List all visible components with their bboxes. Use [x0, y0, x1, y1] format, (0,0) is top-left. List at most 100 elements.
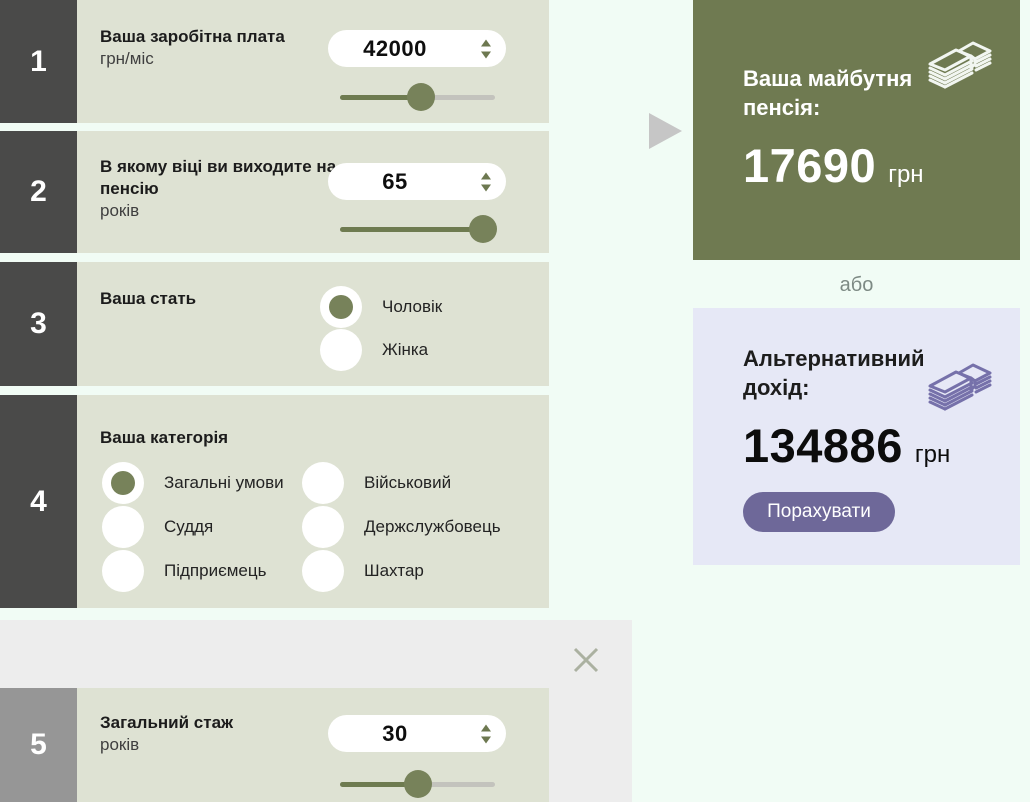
radio-circle[interactable]: [320, 286, 362, 328]
pension-calculator: 1 Ваша заробітна плата грн/міс 42000 2 В…: [0, 0, 1030, 802]
close-button[interactable]: [566, 640, 606, 680]
step-panel-experience: Загальний стаж років 30: [77, 688, 549, 802]
money-stack-icon: [928, 363, 992, 411]
alternative-income-value: 134886: [743, 419, 903, 472]
future-pension-amount: 17690 грн: [743, 138, 924, 193]
experience-input[interactable]: 30: [328, 715, 462, 752]
salary-slider[interactable]: [340, 83, 495, 111]
alternative-income-panel: Альтернативний дохід: 134886 грн Порахув…: [693, 308, 1020, 565]
experience-slider-thumb[interactable]: [403, 770, 432, 798]
radio-circle[interactable]: [320, 329, 362, 371]
radio-option-general[interactable]: Загальні умови: [102, 462, 302, 504]
calculate-button-label: Порахувати: [767, 501, 871, 522]
radio-option-miner[interactable]: Шахтар: [302, 550, 532, 592]
salary-unit-label: грн/міс: [100, 49, 154, 68]
experience-overlay: 5 Загальний стаж років 30: [0, 620, 632, 802]
salary-spinner[interactable]: 42000: [328, 30, 506, 67]
retirement-age-spinner-arrows: [481, 172, 491, 191]
future-pension-value: 17690: [743, 139, 877, 192]
radio-circle[interactable]: [302, 462, 344, 504]
category-label-text: Ваша категорія: [100, 428, 229, 447]
retirement-age-slider-fill: [340, 227, 483, 232]
gender-radio-group: Чоловік Жінка: [320, 286, 442, 371]
retirement-age-spinner[interactable]: 65: [328, 163, 506, 200]
experience-label-text: Загальний стаж: [100, 713, 234, 732]
alternative-income-unit: грн: [914, 441, 951, 468]
retirement-age-label-text: В якому віці ви виходите на пенсію: [100, 157, 337, 198]
step-row-salary: 1 Ваша заробітна плата грн/міс 42000: [0, 0, 549, 123]
salary-spinner-arrows: [481, 39, 491, 58]
step-panel-gender: Ваша стать Чоловік Жінка: [77, 262, 549, 386]
radio-label-female: Жінка: [382, 340, 429, 359]
retirement-age-unit-label: років: [100, 201, 140, 220]
radio-option-male[interactable]: Чоловік: [320, 286, 442, 328]
radio-circle[interactable]: [102, 550, 144, 592]
retirement-age-increment-icon[interactable]: [481, 172, 491, 179]
retirement-age-slider-thumb[interactable]: [468, 215, 497, 243]
radio-circle[interactable]: [102, 462, 144, 504]
future-pension-title: Ваша майбутня пенсія:: [743, 66, 913, 120]
retirement-age-slider[interactable]: [340, 215, 497, 243]
radio-circle[interactable]: [302, 506, 344, 548]
step-number-1: 1: [0, 0, 77, 123]
step-panel-salary: Ваша заробітна плата грн/міс 42000: [77, 0, 549, 123]
retirement-age-label: В якому віці ви виходите на пенсію років: [100, 156, 340, 222]
experience-spinner-arrows: [481, 724, 491, 743]
radio-option-military[interactable]: Військовий: [302, 462, 532, 504]
money-stack-icon: [928, 41, 992, 89]
experience-unit-label: років: [100, 735, 140, 754]
gender-label: Ваша стать: [100, 288, 340, 310]
step-number-5: 5: [0, 688, 77, 802]
future-pension-panel: Ваша майбутня пенсія: 17690 грн: [693, 0, 1020, 260]
salary-label-text: Ваша заробітна плата: [100, 27, 285, 46]
experience-label: Загальний стаж років: [100, 712, 340, 756]
radio-label-military: Військовий: [364, 473, 452, 492]
experience-slider[interactable]: [340, 770, 495, 798]
or-divider: або: [839, 274, 874, 296]
radio-option-female[interactable]: Жінка: [320, 329, 442, 371]
step-number-3-label: 3: [30, 307, 47, 340]
close-icon: [573, 647, 599, 673]
retirement-age-decrement-icon[interactable]: [481, 184, 491, 191]
calculate-button[interactable]: Порахувати: [743, 492, 895, 532]
step-number-1-label: 1: [30, 44, 47, 78]
experience-increment-icon[interactable]: [481, 724, 491, 731]
step-number-2-label: 2: [30, 175, 47, 208]
salary-decrement-icon[interactable]: [481, 51, 491, 58]
step-number-5-label: 5: [30, 728, 47, 761]
salary-increment-icon[interactable]: [481, 39, 491, 46]
retirement-age-input[interactable]: 65: [328, 163, 462, 200]
salary-slider-thumb[interactable]: [406, 83, 435, 111]
step-row-experience: 5 Загальний стаж років 30: [0, 688, 549, 802]
salary-label: Ваша заробітна плата грн/міс: [100, 26, 340, 70]
radio-dot: [111, 471, 135, 495]
gender-label-text: Ваша стать: [100, 289, 197, 308]
arrow-right-icon: [649, 113, 682, 149]
radio-label-miner: Шахтар: [364, 561, 424, 580]
radio-label-male: Чоловік: [382, 297, 443, 316]
step-row-retirement-age: 2 В якому віці ви виходите на пенсію рок…: [0, 131, 549, 253]
salary-input[interactable]: 42000: [328, 30, 462, 67]
future-pension-unit: грн: [888, 161, 924, 188]
step-row-category: 4 Ваша категорія Загальні умови Військов…: [0, 395, 549, 608]
radio-label-general: Загальні умови: [164, 473, 284, 492]
category-label: Ваша категорія: [100, 427, 340, 449]
radio-dot: [329, 295, 353, 319]
experience-spinner[interactable]: 30: [328, 715, 506, 752]
radio-circle[interactable]: [302, 550, 344, 592]
radio-label-civil-servant: Держслужбовець: [364, 517, 501, 536]
radio-option-civil-servant[interactable]: Держслужбовець: [302, 506, 532, 548]
step-row-gender: 3 Ваша стать Чоловік Жінка: [0, 262, 549, 386]
category-radio-group: Загальні умови Військовий Суддя Держслуж…: [102, 462, 532, 592]
radio-circle[interactable]: [102, 506, 144, 548]
step-panel-retirement-age: В якому віці ви виходите на пенсію років…: [77, 131, 549, 253]
step-number-4-label: 4: [30, 484, 47, 518]
alternative-income-amount: 134886 грн: [743, 418, 950, 473]
step-panel-category: Ваша категорія Загальні умови Військовий…: [77, 395, 549, 608]
radio-option-judge[interactable]: Суддя: [102, 506, 302, 548]
radio-option-entrepreneur[interactable]: Підприємець: [102, 550, 302, 592]
experience-decrement-icon[interactable]: [481, 736, 491, 743]
radio-label-judge: Суддя: [164, 517, 214, 536]
step-number-4: 4: [0, 395, 77, 608]
step-number-2: 2: [0, 131, 77, 253]
